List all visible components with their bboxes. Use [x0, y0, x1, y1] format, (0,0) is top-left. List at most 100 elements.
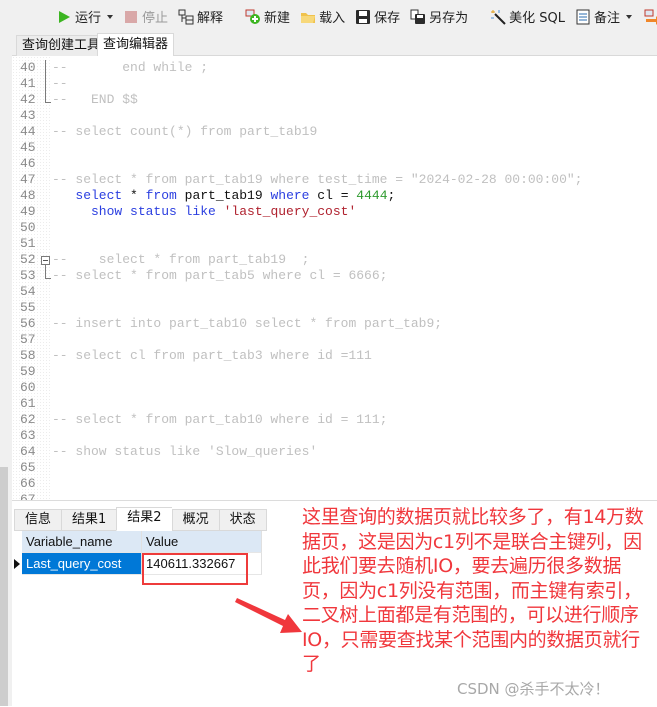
line-number: 55	[20, 300, 36, 315]
new-query-button[interactable]: 新建	[241, 5, 294, 29]
code-token: -- insert into part_tab10 select * from …	[52, 316, 443, 331]
line-number: 49	[20, 204, 36, 219]
tab-query-editor[interactable]: 查询编辑器	[97, 33, 175, 57]
line-number: 48	[20, 188, 36, 203]
code-token: where	[270, 188, 310, 203]
line-number: 61	[20, 396, 36, 411]
tab-profile[interactable]: 概况	[171, 509, 219, 531]
line-number: 67	[20, 492, 36, 500]
line-number: 42	[20, 92, 36, 107]
sql-editor[interactable]: 40 -- end while ; 41 -- 42 -- END $$ 43 44 -- se…	[12, 56, 657, 500]
code-text: -- show status like 'Slow_queries'	[52, 444, 317, 460]
export-button[interactable]	[640, 5, 657, 29]
note-button[interactable]: 备注	[571, 5, 636, 29]
result-tabs: 信息 结果1 结果2 概况 状态	[14, 507, 267, 531]
code-token: *	[122, 188, 146, 203]
save-button[interactable]: 保存	[351, 5, 404, 29]
line-number: 57	[20, 332, 36, 347]
stop-icon	[123, 9, 139, 25]
left-scrollbar[interactable]	[0, 55, 12, 706]
save-as-button[interactable]: 另存为	[406, 5, 472, 29]
code-text: -- select * from part_tab10 where id = 1…	[52, 412, 387, 428]
fold-guide-end	[45, 102, 51, 103]
annotation-text: 这里查询的数据页就比较多了，有14万数据页，这是因为c1列不是联合主键列，因此我…	[302, 506, 644, 675]
toolbar: 运行 停止 解释 新建 载入 保存 另存为 美化 SQL 备注	[0, 0, 657, 33]
line-number: 53	[20, 268, 36, 283]
code-token: --	[52, 76, 68, 91]
code-text: -- select * from part_tab5 where cl = 66…	[52, 268, 387, 284]
cell-variable-name[interactable]: Last_query_cost	[22, 553, 142, 575]
run-label: 运行	[75, 11, 102, 26]
line-number: 47	[20, 172, 36, 187]
code-token: -- select * from part_tab19 ;	[52, 252, 310, 267]
code-token: -- show status like 'Slow_queries'	[52, 444, 318, 459]
note-icon	[575, 9, 591, 25]
line-number: 59	[20, 364, 36, 379]
line-number: 46	[20, 156, 36, 171]
save-icon	[355, 9, 371, 25]
highlight-box	[142, 553, 248, 585]
explain-icon	[178, 9, 194, 25]
code-token: part_tab19	[176, 188, 271, 203]
fold-collapse-icon[interactable]	[41, 256, 50, 265]
line-number: 58	[20, 348, 36, 363]
code-token: -- END $$	[52, 92, 138, 107]
column-header-value[interactable]: Value	[142, 531, 262, 553]
code-text: -- select cl from part_tab3 where id =11…	[52, 348, 372, 364]
line-number: 45	[20, 140, 36, 155]
scrollbar-thumb[interactable]	[0, 467, 8, 706]
line-number: 41	[20, 76, 36, 91]
load-label: 载入	[319, 11, 346, 26]
export-icon	[644, 9, 657, 25]
magic-wand-icon	[490, 9, 506, 25]
explain-button[interactable]: 解释	[174, 5, 227, 29]
line-number: 51	[20, 236, 36, 251]
load-button[interactable]: 载入	[296, 5, 349, 29]
line-number: 44	[20, 124, 36, 139]
note-dropdown-icon[interactable]	[626, 14, 632, 19]
tab-info[interactable]: 信息	[14, 509, 62, 531]
run-button[interactable]: 运行	[52, 5, 117, 29]
stop-button[interactable]: 停止	[119, 5, 172, 29]
fold-guide	[45, 265, 46, 278]
fold-guide	[45, 60, 46, 102]
grid-header-row: Variable_name Value	[12, 531, 262, 553]
run-dropdown-icon[interactable]	[107, 14, 114, 19]
line-number: 66	[20, 476, 36, 491]
code-text: show status like 'last_query_cost'	[52, 204, 356, 220]
code-token: show status like	[52, 204, 224, 219]
editor-tabs: 查询创建工具 查询编辑器	[0, 33, 657, 57]
save-as-label: 另存为	[429, 11, 469, 26]
code-text: -- select * from part_tab19 ;	[52, 252, 309, 268]
line-number: 54	[20, 284, 36, 299]
code-token: -- select * from part_tab10 where id = 1…	[52, 412, 388, 427]
tab-result1[interactable]: 结果1	[61, 509, 117, 531]
code-token: -- end while ;	[52, 60, 209, 75]
tab-status[interactable]: 状态	[218, 509, 267, 531]
beautify-sql-button[interactable]: 美化 SQL	[486, 5, 569, 29]
line-number: 65	[20, 460, 36, 475]
code-text: select * from part_tab19 where cl = 4444…	[52, 188, 395, 204]
code-text: -- select * from part_tab19 where test_t…	[52, 172, 583, 188]
code-text: -- END $$	[52, 92, 138, 108]
row-indicator-icon	[12, 553, 22, 575]
explain-label: 解释	[197, 11, 224, 26]
code-text: -- end while ;	[52, 60, 208, 76]
new-query-icon	[245, 9, 261, 25]
save-label: 保存	[374, 11, 401, 26]
tab-query-builder[interactable]: 查询创建工具	[16, 35, 107, 56]
code-token: 'last_query_cost'	[223, 204, 357, 219]
code-token: -- select count(*) from part_tab19	[52, 124, 318, 139]
tab-result2[interactable]: 结果2	[116, 507, 172, 531]
column-header-variable-name[interactable]: Variable_name	[22, 531, 142, 553]
code-text: -- insert into part_tab10 select * from …	[52, 316, 442, 332]
line-number: 60	[20, 380, 36, 395]
line-number: 56	[20, 316, 36, 331]
annotation-arrow-icon	[235, 598, 302, 633]
code-token: -- select cl from part_tab3 where id =11…	[52, 348, 372, 363]
save-as-icon	[410, 9, 426, 25]
note-label: 备注	[593, 11, 620, 26]
code-text: --	[52, 76, 68, 92]
code-token: 4444	[356, 188, 388, 203]
code-token: cl =	[309, 188, 357, 203]
